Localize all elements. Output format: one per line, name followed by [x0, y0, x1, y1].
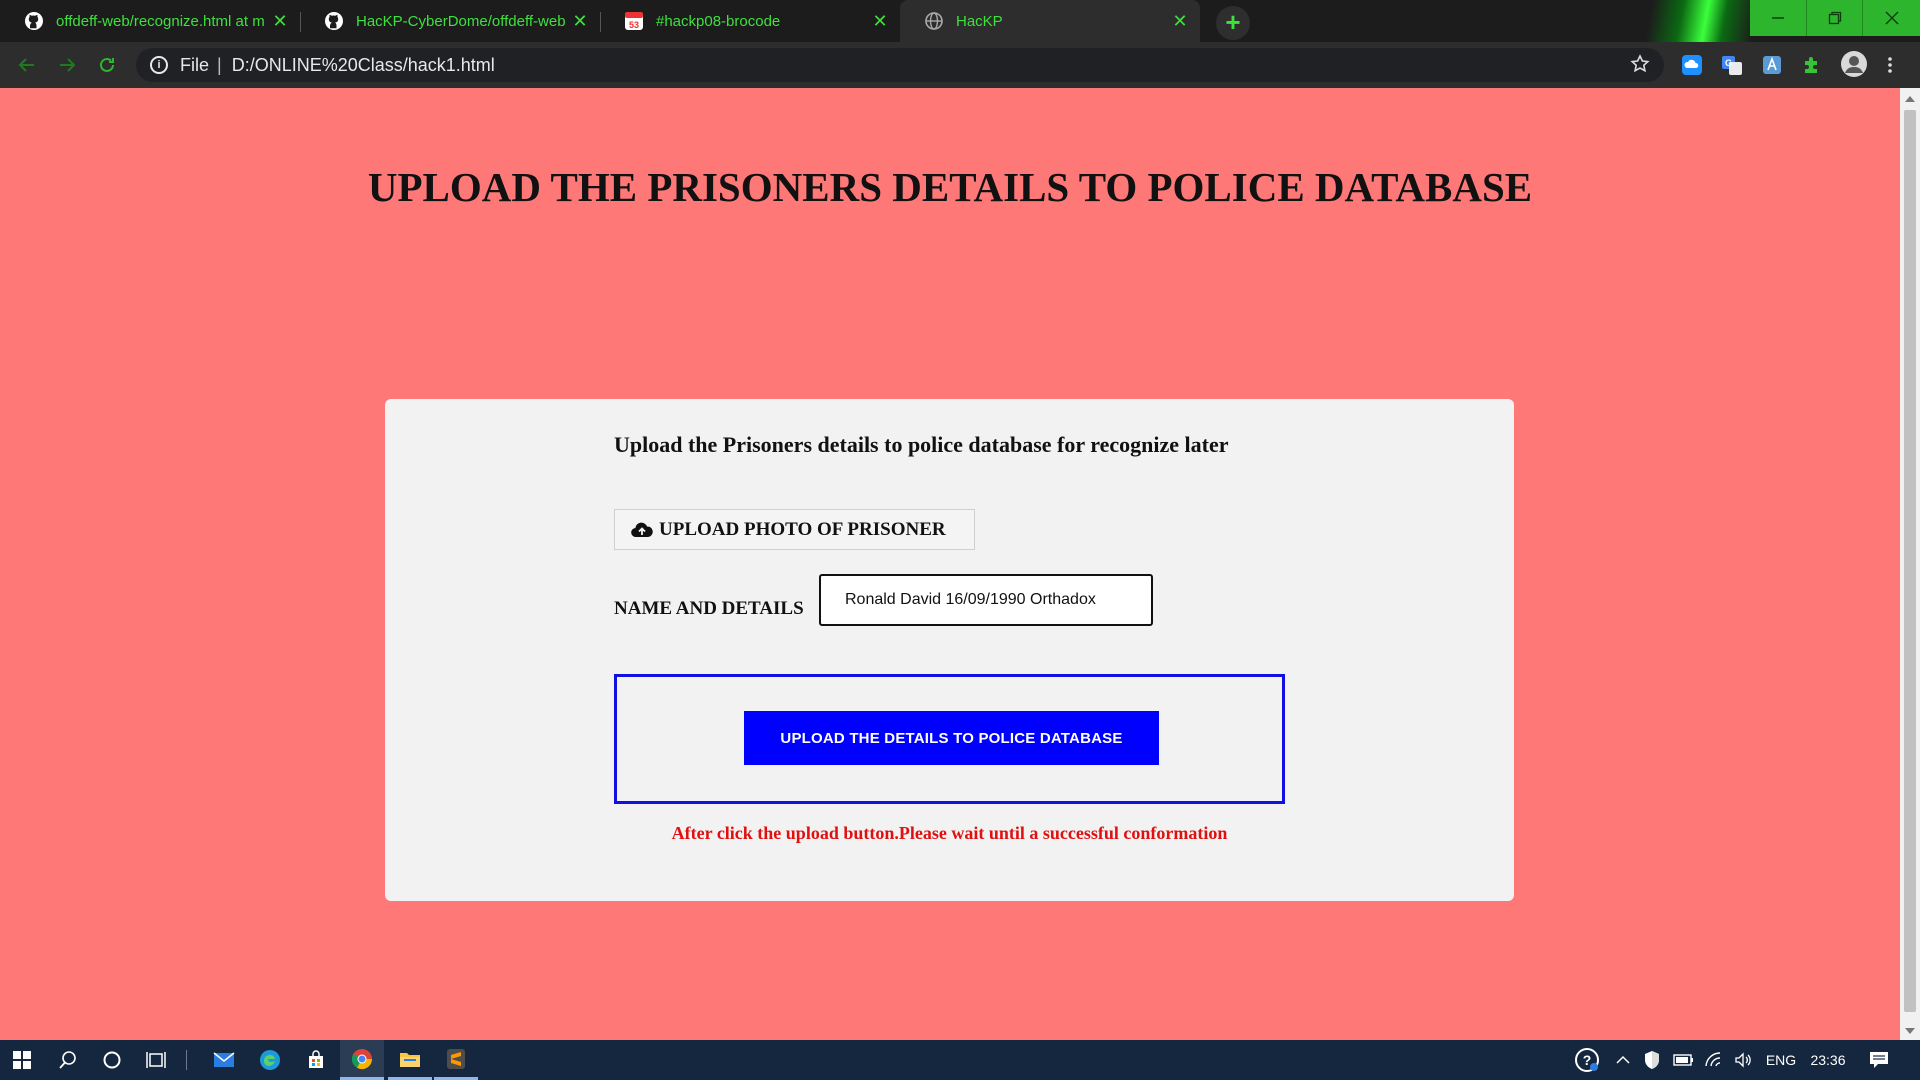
name-details-label: NAME AND DETAILS — [614, 598, 804, 619]
calendar-badge: 53 — [629, 20, 639, 30]
clock[interactable]: 23:36 — [1806, 1040, 1850, 1080]
font-extension-icon[interactable] — [1760, 53, 1784, 77]
folder-icon — [400, 1052, 420, 1067]
browser-tab-strip: offdeff-web/recognize.html at m ✕ HacKP-… — [0, 0, 1920, 90]
forward-button[interactable] — [52, 50, 82, 80]
submit-frame: UPLOAD THE DETAILS TO POLICE DATABASE — [614, 674, 1285, 804]
windows-taskbar: ? ENG 23:36 — [0, 1040, 1920, 1080]
svg-text:?: ? — [1583, 1052, 1592, 1068]
scroll-up-arrow-icon[interactable] — [1905, 96, 1915, 102]
page-title: UPLOAD THE PRISONERS DETAILS TO POLICE D… — [367, 164, 1533, 210]
scroll-thumb[interactable] — [1904, 110, 1916, 1012]
tab-offdeff-recognize[interactable]: offdeff-web/recognize.html at m ✕ — [0, 0, 300, 42]
back-button[interactable] — [12, 50, 42, 80]
chrome-app[interactable] — [340, 1040, 384, 1080]
tab-hackp08-brocode[interactable]: 53 #hackp08-brocode ✕ — [600, 0, 900, 42]
address-bar[interactable]: i File | D:/ONLINE%20Class/hack1.html — [136, 48, 1664, 82]
address-url[interactable]: D:/ONLINE%20Class/hack1.html — [232, 55, 495, 76]
extensions-puzzle-icon[interactable] — [1800, 53, 1824, 77]
upload-photo-button[interactable]: UPLOAD PHOTO OF PRISONER — [614, 509, 975, 550]
tab-hackp[interactable]: HacKP ✕ — [900, 0, 1200, 42]
search-icon — [59, 1051, 76, 1069]
sublime-text-icon — [447, 1048, 465, 1069]
help-tray-icon[interactable]: ? — [1572, 1040, 1602, 1080]
browser-menu-icon[interactable] — [1882, 53, 1898, 77]
volume-icon[interactable] — [1730, 1040, 1758, 1080]
sublime-text-app[interactable] — [434, 1040, 478, 1080]
search-button[interactable] — [46, 1040, 90, 1080]
tab-label: offdeff-web/recognize.html at m — [56, 12, 265, 30]
page-scrollbar[interactable] — [1900, 88, 1920, 1040]
tab-label: HacKP-CyberDome/offdeff-web — [356, 12, 566, 30]
web-page: UPLOAD THE PRISONERS DETAILS TO POLICE D… — [0, 88, 1900, 1040]
start-button[interactable] — [0, 1040, 44, 1080]
bookmark-star-icon[interactable] — [1630, 54, 1652, 76]
back-arrow-icon — [18, 58, 34, 72]
github-icon — [324, 11, 344, 31]
security-shield-icon[interactable] — [1638, 1040, 1666, 1080]
restore-icon — [1828, 11, 1841, 25]
language-indicator[interactable]: ENG — [1760, 1040, 1802, 1080]
task-view-button[interactable] — [134, 1040, 178, 1080]
taskbar-divider — [186, 1050, 187, 1070]
chrome-icon — [351, 1048, 373, 1069]
tab-label: #hackp08-brocode — [656, 12, 781, 30]
tab-label: HacKP — [956, 12, 1003, 30]
profile-avatar[interactable] — [1840, 50, 1868, 78]
browser-toolbar: i File | D:/ONLINE%20Class/hack1.html G — [0, 42, 1920, 88]
show-hidden-icons-chevron-icon[interactable] — [1612, 1040, 1634, 1080]
close-icon[interactable]: ✕ — [270, 11, 290, 31]
upload-card: Upload the Prisoners details to police d… — [385, 399, 1514, 901]
action-center-icon[interactable] — [1862, 1040, 1896, 1080]
minimize-icon — [1772, 17, 1784, 19]
minimize-button[interactable] — [1750, 0, 1806, 36]
task-view-icon — [146, 1052, 166, 1068]
tab-hackp-cyberdome[interactable]: HacKP-CyberDome/offdeff-web ✕ — [300, 0, 600, 42]
edge-app[interactable] — [248, 1040, 292, 1080]
store-bag-icon — [309, 1050, 323, 1068]
close-icon[interactable]: ✕ — [1170, 11, 1190, 31]
restore-button[interactable] — [1806, 0, 1862, 36]
calendar-app-icon: 53 — [624, 11, 644, 31]
battery-icon[interactable] — [1670, 1040, 1698, 1080]
windows-logo-icon — [13, 1051, 31, 1069]
site-info-icon[interactable]: i — [150, 56, 168, 74]
upload-photo-label: UPLOAD PHOTO OF PRISONER — [659, 518, 946, 540]
github-icon — [24, 11, 44, 31]
svg-text:G: G — [1725, 58, 1732, 68]
reload-icon — [100, 57, 114, 72]
file-explorer-app[interactable] — [388, 1040, 432, 1080]
store-app[interactable] — [294, 1040, 338, 1080]
close-window-button[interactable] — [1862, 0, 1920, 36]
upload-details-button[interactable]: UPLOAD THE DETAILS TO POLICE DATABASE — [744, 711, 1159, 765]
edge-icon — [260, 1050, 280, 1070]
name-details-input[interactable] — [819, 574, 1153, 626]
card-heading: Upload the Prisoners details to police d… — [614, 432, 1229, 457]
mail-icon — [213, 1052, 235, 1067]
close-icon — [1885, 11, 1898, 25]
close-icon[interactable]: ✕ — [570, 11, 590, 31]
scroll-down-arrow-icon[interactable] — [1905, 1028, 1915, 1034]
new-tab-button[interactable]: + — [1216, 6, 1250, 40]
wifi-icon[interactable] — [1700, 1040, 1728, 1080]
translate-extension-icon[interactable]: G — [1720, 53, 1744, 77]
cloud-extension-icon[interactable] — [1680, 53, 1704, 77]
cortana-button[interactable] — [90, 1040, 134, 1080]
upload-notice: After click the upload button.Please wai… — [671, 823, 1228, 843]
mail-app[interactable] — [202, 1040, 246, 1080]
cloud-upload-icon — [631, 521, 653, 539]
cortana-icon — [103, 1051, 121, 1069]
address-scheme: File — [180, 54, 210, 75]
close-icon[interactable]: ✕ — [870, 11, 890, 31]
globe-icon — [924, 11, 944, 31]
address-separator: | — [217, 54, 222, 75]
reload-button[interactable] — [92, 50, 122, 80]
forward-arrow-icon — [60, 58, 76, 72]
